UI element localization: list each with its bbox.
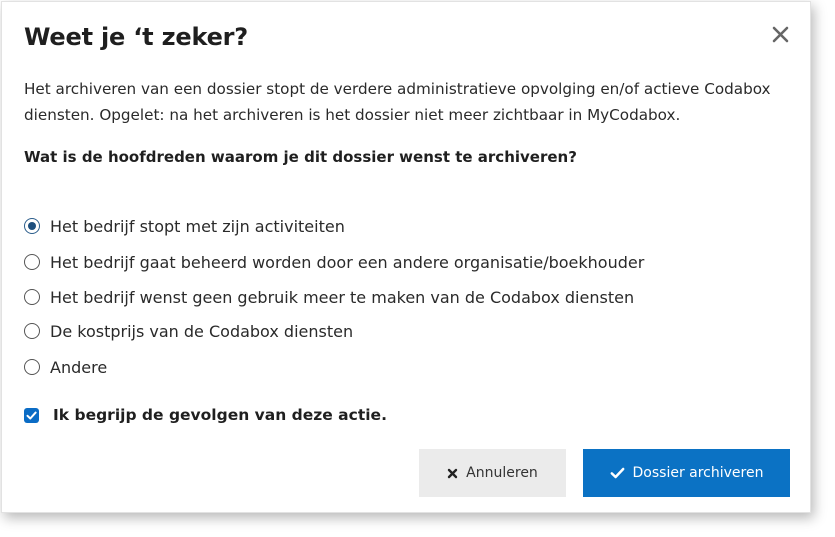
radio-button[interactable] [24,359,40,375]
reason-option-label: Het bedrijf wenst geen gebruik meer te m… [50,287,635,307]
reason-option-no-longer-use[interactable]: Het bedrijf wenst geen gebruik meer te m… [24,286,634,308]
reason-question: Wat is de hoofdreden waarom je dit dossi… [24,148,577,166]
dialog-description: Het archiveren van een dossier stopt de … [24,80,771,124]
archive-dossier-button-label: Dossier archiveren [632,465,764,481]
cancel-button-label: Annuleren [466,465,538,481]
times-icon [447,468,458,478]
radio-button[interactable] [24,254,40,270]
close-icon [772,26,789,43]
reason-option-label: Het bedrijf gaat beheerd worden door een… [50,252,645,272]
archive-dossier-button[interactable]: Dossier archiveren [583,449,790,497]
confirm-label: Ik begrijp de gevolgen van deze actie. [53,406,387,424]
reason-option-stops-activities[interactable]: Het bedrijf stopt met zijn activiteiten [24,215,345,237]
reason-option-label: Andere [50,357,108,377]
confirm-checkbox[interactable] [24,407,39,423]
confirm-consequences[interactable]: Ik begrijp de gevolgen van deze actie. [24,404,387,426]
reason-option-cost[interactable]: De kostprijs van de Codabox diensten [24,320,353,342]
reason-option-label: De kostprijs van de Codabox diensten [50,321,354,341]
dialog-title: Weet je ‘t zeker? [24,23,249,51]
radio-button[interactable] [24,323,40,339]
close-button[interactable] [768,22,794,48]
radio-button[interactable] [24,289,40,305]
radio-button-checked[interactable] [24,218,40,234]
archive-dialog: Weet je ‘t zeker? Het archiveren van een… [1,1,811,513]
reason-option-other[interactable]: Andere [24,356,107,378]
reason-option-other-accountant[interactable]: Het bedrijf gaat beheerd worden door een… [24,251,644,273]
check-icon [610,467,624,479]
cancel-button[interactable]: Annuleren [419,449,566,497]
checkmark-icon [26,411,37,419]
reason-option-label: Het bedrijf stopt met zijn activiteiten [50,216,345,236]
